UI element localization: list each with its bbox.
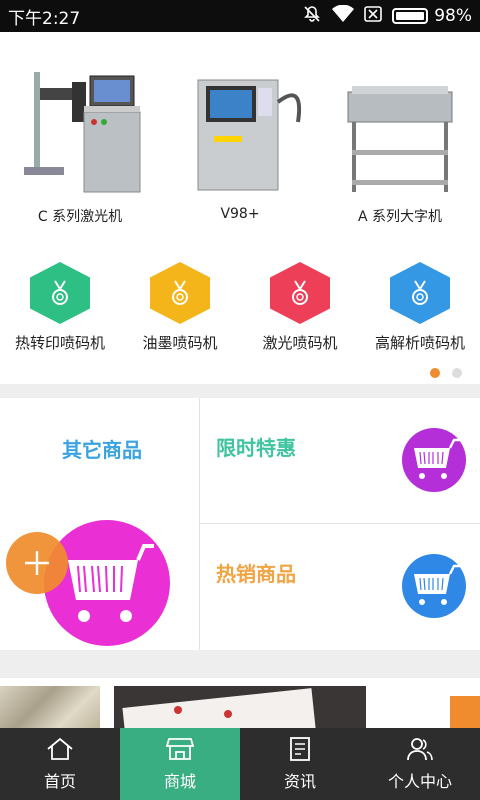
laser-machine-icon bbox=[14, 62, 146, 202]
divider bbox=[0, 384, 480, 398]
tab-news[interactable]: 资讯 bbox=[240, 728, 360, 800]
feed-item-image[interactable] bbox=[450, 696, 480, 728]
product-item-v98[interactable]: V98+ bbox=[160, 32, 320, 232]
tab-home[interactable]: 首页 bbox=[0, 728, 120, 800]
carousel-indicator bbox=[430, 368, 462, 378]
product-carousel[interactable]: C 系列激光机 V98+ A 系列大字机 bbox=[0, 32, 480, 232]
wifi-icon bbox=[332, 4, 355, 28]
indicator-dot bbox=[452, 368, 462, 378]
user-icon bbox=[407, 738, 433, 761]
promo-title: 其它商品 bbox=[62, 438, 142, 462]
promo-section: 其它商品 BEST PRICE 限时特惠 热销商品 bbox=[0, 398, 480, 650]
promo-other-goods[interactable]: 其它商品 BEST PRICE bbox=[0, 398, 199, 650]
category-thermal-transfer[interactable]: 热转印喷码机 bbox=[0, 232, 120, 362]
product-name: C 系列激光机 bbox=[37, 209, 123, 225]
promo-title: 限时特惠 bbox=[216, 436, 296, 460]
promo-limited-offer[interactable]: 限时特惠 bbox=[200, 398, 480, 523]
category-laser[interactable]: 激光喷码机 bbox=[240, 232, 360, 362]
tab-label: 首页 bbox=[43, 772, 76, 791]
battery-percent: 98% bbox=[434, 6, 472, 26]
add-fab-button[interactable] bbox=[6, 532, 68, 594]
feed-item-image[interactable] bbox=[114, 686, 366, 728]
tab-profile[interactable]: 个人中心 bbox=[360, 728, 480, 800]
category-label: 油墨喷码机 bbox=[142, 334, 218, 352]
shopping-cart-icon bbox=[402, 554, 466, 618]
medal-icon bbox=[150, 262, 210, 324]
shopping-cart-icon bbox=[402, 428, 466, 492]
product-item-c-series[interactable]: C 系列激光机 bbox=[0, 32, 160, 232]
product-name: V98+ bbox=[220, 206, 260, 222]
tab-store[interactable]: 商城 bbox=[120, 728, 240, 800]
promo-hot-sales[interactable]: 热销商品 bbox=[200, 524, 480, 650]
status-time: 下午2:27 bbox=[8, 8, 81, 29]
product-item-a-series[interactable]: A 系列大字机 bbox=[320, 32, 480, 232]
bottom-tab-bar: 首页 商城 资讯 个人中心 bbox=[0, 728, 480, 800]
tab-label: 商城 bbox=[163, 772, 196, 791]
category-label: 激光喷码机 bbox=[262, 334, 338, 352]
category-label: 高解析喷码机 bbox=[374, 334, 465, 352]
status-bar: 下午2:27 98% bbox=[0, 0, 480, 32]
product-feed bbox=[0, 686, 480, 728]
plus-icon bbox=[25, 551, 49, 575]
store-icon bbox=[165, 738, 195, 760]
divider bbox=[0, 650, 480, 678]
best-price-text: BEST PRICE bbox=[78, 603, 125, 612]
battery-icon bbox=[392, 8, 429, 24]
medal-icon bbox=[30, 262, 90, 324]
promo-title: 热销商品 bbox=[216, 562, 296, 586]
category-high-resolution[interactable]: 高解析喷码机 bbox=[360, 232, 480, 362]
tab-label: 个人中心 bbox=[387, 772, 452, 791]
indicator-dot-active bbox=[430, 368, 440, 378]
mute-icon bbox=[302, 4, 322, 29]
medal-icon bbox=[390, 262, 450, 324]
news-icon bbox=[290, 737, 310, 761]
tab-label: 资讯 bbox=[283, 772, 316, 791]
medal-icon bbox=[270, 262, 330, 324]
inkjet-printer-icon bbox=[174, 62, 306, 202]
home-icon bbox=[47, 737, 73, 760]
category-label: 热转印喷码机 bbox=[14, 334, 105, 352]
no-sim-icon bbox=[364, 5, 383, 27]
large-character-printer-icon bbox=[334, 62, 466, 202]
shopping-cart-icon: BEST PRICE bbox=[44, 520, 170, 646]
product-name: A 系列大字机 bbox=[357, 209, 443, 225]
category-ink[interactable]: 油墨喷码机 bbox=[120, 232, 240, 362]
feed-item-image[interactable] bbox=[0, 686, 100, 728]
category-row: 热转印喷码机 油墨喷码机 激光喷码机 高解析喷码机 bbox=[0, 232, 480, 362]
